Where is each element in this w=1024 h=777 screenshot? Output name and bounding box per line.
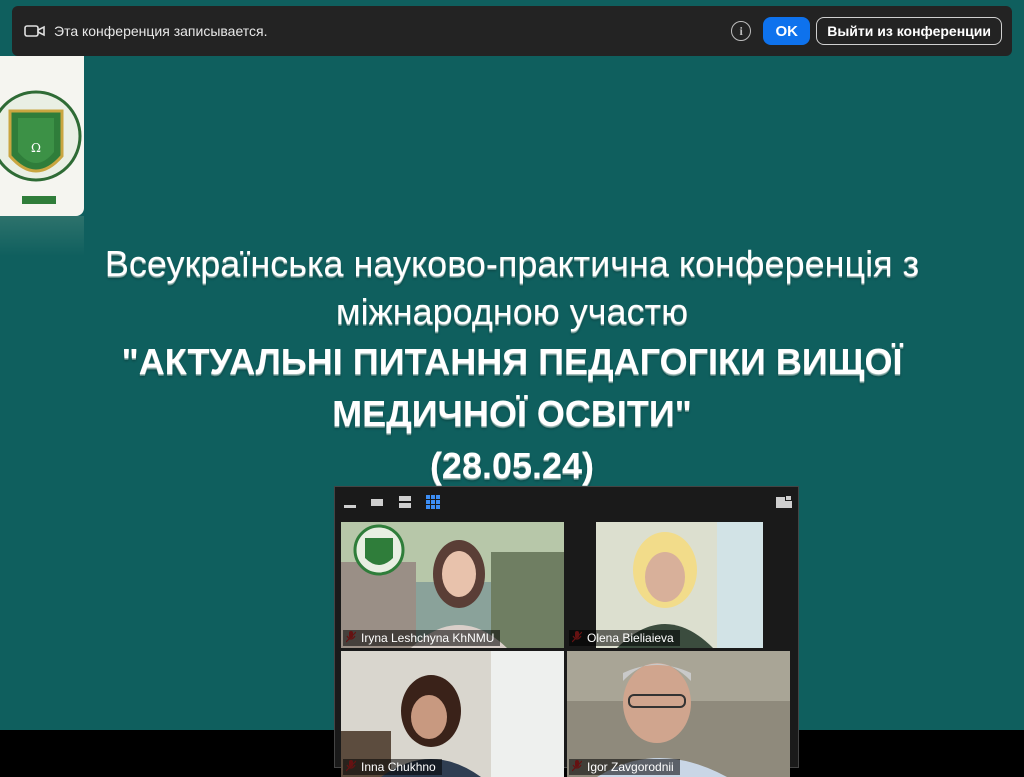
minimize-icon[interactable] [343, 495, 357, 509]
video-camera-icon [24, 25, 45, 37]
recording-notification: Эта конференция записывается. i OK Выйти… [12, 6, 1012, 56]
participant-gallery: Iryna Leshchyna KhNMU Olena Bieliaieva I… [334, 486, 799, 777]
participant-tile[interactable]: Inna Chukhno [341, 651, 564, 777]
svg-text:Ω: Ω [31, 141, 41, 155]
ok-button[interactable]: OK [763, 17, 811, 45]
participant-tile[interactable]: Olena Bieliaieva [567, 522, 790, 648]
slide-line-2: міжнародною участю [335, 291, 689, 332]
participant-tile[interactable]: Igor Zavgorodnii [567, 651, 790, 777]
slide-line-1: Всеукраїнська науково-практична конферен… [104, 243, 920, 284]
slide-line-3: "АКТУАЛЬНІ ПИТАННЯ ПЕДАГОГІКИ ВИЩОЇ [121, 341, 903, 382]
participant-name: Olena Bieliaieva [569, 630, 680, 646]
participant-name: Inna Chukhno [343, 759, 442, 775]
participant-name: Igor Zavgorodnii [569, 759, 680, 775]
exit-fullscreen-icon[interactable] [776, 495, 792, 509]
speaker-view-icon[interactable] [370, 495, 384, 509]
university-logo: Ω [0, 56, 84, 216]
info-icon[interactable]: i [731, 21, 752, 41]
leave-meeting-button[interactable]: Выйти из конференции [816, 17, 1002, 45]
participant-tile[interactable]: Iryna Leshchyna KhNMU [341, 522, 564, 648]
strip-view-icon[interactable] [398, 495, 412, 509]
gallery-view-icon[interactable] [426, 495, 440, 509]
slide-line-5: (28.05.24) [429, 445, 595, 486]
recording-message: Эта конференция записывается. [54, 23, 268, 39]
slide-title: Всеукраїнська науково-практична конферен… [0, 240, 1024, 492]
slide-line-4: МЕДИЧНОЇ ОСВІТИ" [332, 393, 692, 434]
participant-name: Iryna Leshchyna KhNMU [343, 630, 501, 646]
gallery-toolbar [335, 487, 798, 519]
